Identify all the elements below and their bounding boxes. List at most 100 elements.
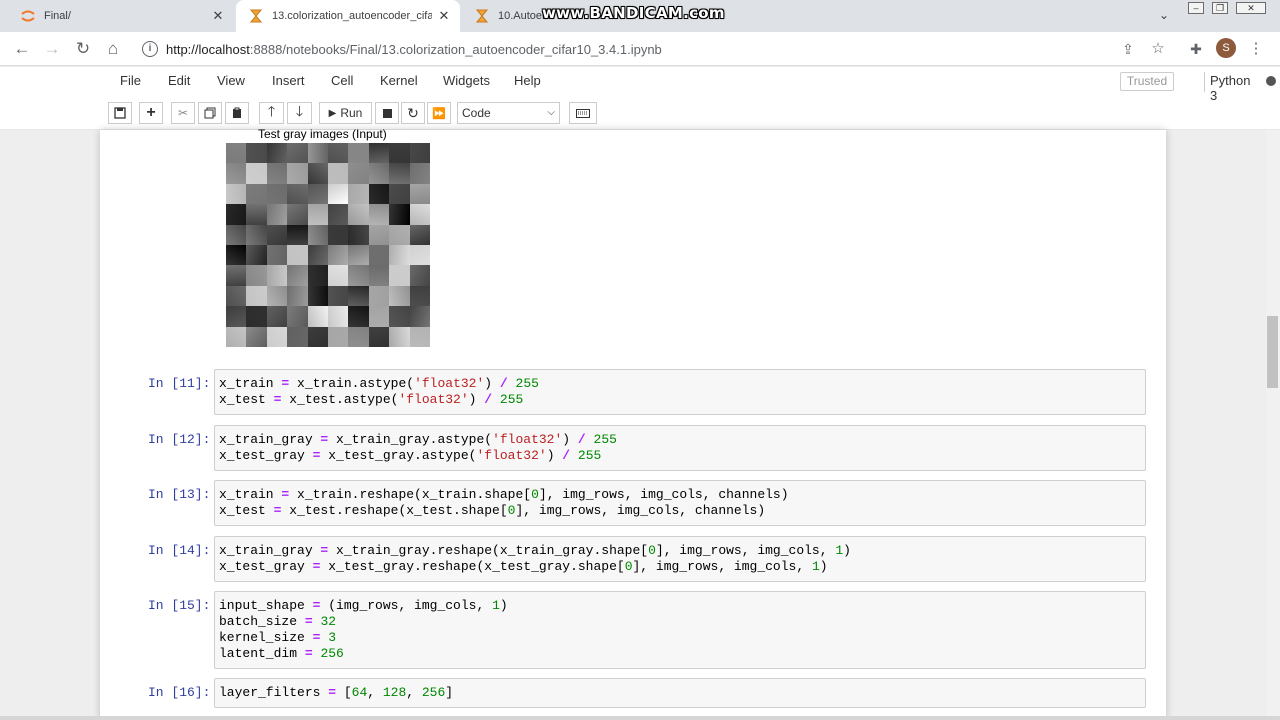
move-down-arrow-icon[interactable]: 🡓: [287, 102, 312, 124]
tab-search-icon[interactable]: ⌄: [1156, 8, 1172, 24]
code-line[interactable]: kernel_size = 3: [219, 630, 1141, 646]
gray-thumbnail: [246, 224, 267, 245]
code-line[interactable]: latent_dim = 256: [219, 646, 1141, 662]
gray-thumbnail: [409, 204, 430, 225]
notebook-toolbar: + ✂ 🡑 🡓 ▶ Run ↻ ⏩ Code ⌵: [108, 100, 1172, 126]
menubar: File Edit View Insert Cell Kernel Widget…: [108, 67, 1276, 103]
window-close-icon[interactable]: ✕: [1236, 2, 1266, 14]
menu-kernel[interactable]: Kernel: [380, 73, 418, 88]
gray-thumbnail: [348, 204, 369, 225]
code-editor[interactable]: x_train_gray = x_train_gray.reshape(x_tr…: [214, 536, 1146, 582]
menu-help[interactable]: Help: [514, 73, 541, 88]
gray-thumbnail: [409, 285, 430, 307]
browser-tab-colorization[interactable]: 13.colorization_autoencoder_cifa ✕: [236, 0, 460, 32]
gray-thumbnail: [246, 306, 267, 327]
gray-thumbnail: [327, 285, 349, 307]
cell-prompt: In [14]:: [148, 543, 211, 558]
gray-thumbnail: [409, 143, 430, 164]
gray-thumbnail: [389, 244, 410, 266]
gray-thumbnail: [307, 265, 328, 286]
menu-widgets[interactable]: Widgets: [443, 73, 490, 88]
scrollbar[interactable]: [1266, 130, 1280, 720]
gray-thumbnail: [266, 306, 288, 327]
code-line[interactable]: x_train_gray = x_train_gray.reshape(x_tr…: [219, 543, 1141, 559]
address-bar[interactable]: i http://localhost:8888/notebooks/Final/…: [134, 35, 1178, 63]
gray-thumbnail: [327, 163, 349, 184]
code-line[interactable]: x_train = x_train.reshape(x_train.shape[…: [219, 487, 1141, 503]
tab-title: 13.colorization_autoencoder_cifa: [272, 10, 432, 22]
close-icon[interactable]: ✕: [210, 8, 226, 24]
copy-icon[interactable]: [198, 102, 222, 124]
restore-icon[interactable]: ❐: [1212, 2, 1228, 14]
tab-title: 10.Autoen: [498, 10, 549, 22]
gray-thumbnail: [226, 224, 247, 245]
cell-prompt: In [16]:: [148, 685, 211, 700]
fast-forward-icon[interactable]: ⏩: [427, 102, 451, 124]
reload-icon[interactable]: ↻: [73, 39, 93, 59]
cut-scissors-icon[interactable]: ✂: [171, 102, 195, 124]
more-menu-icon[interactable]: ⋮: [1246, 39, 1266, 59]
gray-thumbnail: [226, 326, 247, 347]
code-line[interactable]: x_train_gray = x_train_gray.astype('floa…: [219, 432, 1141, 448]
code-line[interactable]: layer_filters = [64, 128, 256]: [219, 685, 1141, 701]
browser-tab-final[interactable]: Final/ ✕: [8, 0, 234, 32]
code-line[interactable]: x_test = x_test.reshape(x_test.shape[0],…: [219, 503, 1141, 519]
menu-view[interactable]: View: [217, 73, 245, 88]
code-editor[interactable]: x_train_gray = x_train_gray.astype('floa…: [214, 425, 1146, 471]
run-button[interactable]: ▶ Run: [319, 102, 372, 124]
gray-thumbnail: [307, 204, 328, 225]
code-editor[interactable]: input_shape = (img_rows, img_cols, 1) bat…: [214, 591, 1146, 669]
info-icon[interactable]: i: [142, 41, 158, 57]
gray-thumbnail: [348, 244, 369, 266]
scrollbar-thumb[interactable]: [1267, 316, 1278, 388]
url-text[interactable]: http://localhost:8888/notebooks/Final/13…: [166, 42, 662, 57]
gray-thumbnail: [266, 183, 288, 205]
cell-type-select[interactable]: Code ⌵: [457, 102, 560, 124]
menu-edit[interactable]: Edit: [168, 73, 190, 88]
stop-icon[interactable]: [375, 102, 399, 124]
output-plot-title: Test gray images (Input): [258, 127, 387, 141]
code-line[interactable]: x_test = x_test.astype('float32') / 255: [219, 392, 1141, 408]
gray-thumbnail: [246, 244, 267, 266]
minimize-icon[interactable]: –: [1188, 2, 1204, 14]
code-line[interactable]: x_train = x_train.astype('float32') / 25…: [219, 376, 1141, 392]
recording-watermark: www.BANDICAM.com: [542, 4, 725, 22]
insert-cell-plus-icon[interactable]: +: [139, 102, 163, 124]
code-line[interactable]: x_test_gray = x_test_gray.reshape(x_test…: [219, 559, 1141, 575]
extensions-puzzle-icon[interactable]: ✚: [1186, 39, 1206, 59]
code-line[interactable]: x_test_gray = x_test_gray.astype('float3…: [219, 448, 1141, 464]
code-editor[interactable]: x_train = x_train.reshape(x_train.shape[…: [214, 480, 1146, 526]
close-icon[interactable]: ✕: [436, 8, 452, 24]
avatar[interactable]: S: [1216, 38, 1236, 58]
gray-thumbnail: [266, 224, 288, 245]
code-line[interactable]: batch_size = 32: [219, 614, 1141, 630]
gray-thumbnail: [287, 204, 308, 225]
cell-prompt: In [11]:: [148, 376, 211, 391]
home-icon[interactable]: ⌂: [103, 39, 123, 59]
paste-icon[interactable]: [225, 102, 249, 124]
gray-thumbnail: [307, 326, 328, 347]
play-icon: ▶: [328, 107, 337, 119]
forward-arrow-icon[interactable]: →: [42, 39, 62, 59]
gray-thumbnail: [246, 265, 267, 286]
share-icon[interactable]: ⇪: [1118, 39, 1138, 59]
menu-cell[interactable]: Cell: [331, 73, 353, 88]
tab-title: Final/: [44, 10, 71, 22]
gray-thumbnail: [307, 306, 328, 327]
code-line[interactable]: input_shape = (img_rows, img_cols, 1): [219, 598, 1141, 614]
menu-file[interactable]: File: [120, 73, 141, 88]
keyboard-icon[interactable]: [569, 102, 597, 124]
menu-insert[interactable]: Insert: [272, 73, 305, 88]
bookmark-star-icon[interactable]: ☆: [1148, 39, 1168, 59]
move-up-arrow-icon[interactable]: 🡑: [259, 102, 284, 124]
back-arrow-icon[interactable]: ←: [12, 39, 32, 59]
browser-toolbar: ← → ↻ ⌂ i http://localhost:8888/notebook…: [0, 32, 1280, 66]
trusted-indicator[interactable]: Trusted: [1120, 72, 1174, 91]
gray-thumbnail: [348, 306, 369, 327]
gray-thumbnail: [389, 306, 410, 327]
save-icon[interactable]: [108, 102, 132, 124]
restart-kernel-icon[interactable]: ↻: [401, 102, 425, 124]
code-editor[interactable]: layer_filters = [64, 128, 256]: [214, 678, 1146, 708]
gray-thumbnail: [327, 224, 349, 245]
code-editor[interactable]: x_train = x_train.astype('float32') / 25…: [214, 369, 1146, 415]
